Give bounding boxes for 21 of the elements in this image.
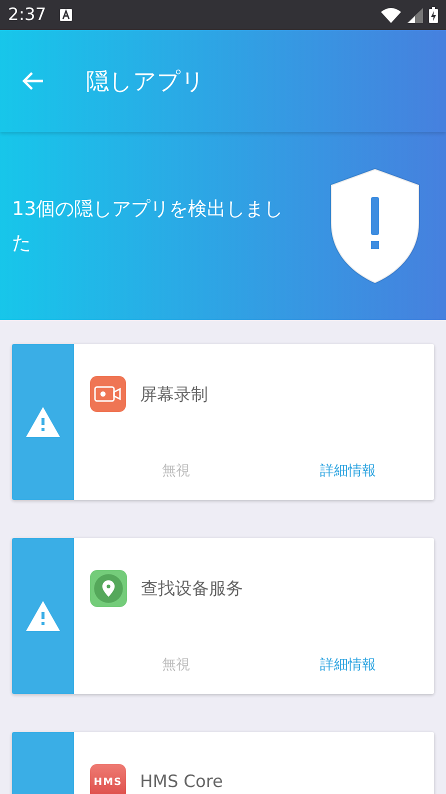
notification-icon [60, 9, 72, 21]
app-name: 查找设备服务 [141, 578, 243, 600]
ignore-button[interactable]: 無視 [90, 652, 262, 678]
battery-icon [429, 7, 438, 23]
signal-icon [407, 8, 423, 22]
back-arrow-icon[interactable] [22, 72, 44, 90]
app-logo-icon: HMS [90, 764, 126, 794]
warning-icon [26, 407, 60, 437]
ignore-button[interactable]: 無視 [90, 458, 262, 484]
status-time: 2:37 [8, 5, 46, 25]
shield-warning-icon [328, 167, 422, 285]
details-button[interactable]: 詳細情報 [262, 652, 434, 678]
app-name: HMS Core [140, 772, 223, 792]
warning-icon [26, 601, 60, 631]
details-button[interactable]: 詳細情報 [262, 458, 434, 484]
location-pin-icon [90, 570, 127, 607]
detection-message: 13個の隠しアプリを検出しました [12, 197, 284, 256]
wifi-icon [381, 8, 401, 22]
page-title: 隠しアプリ [86, 68, 205, 96]
app-name: 屏幕录制 [140, 384, 208, 406]
video-camera-icon [90, 376, 126, 412]
